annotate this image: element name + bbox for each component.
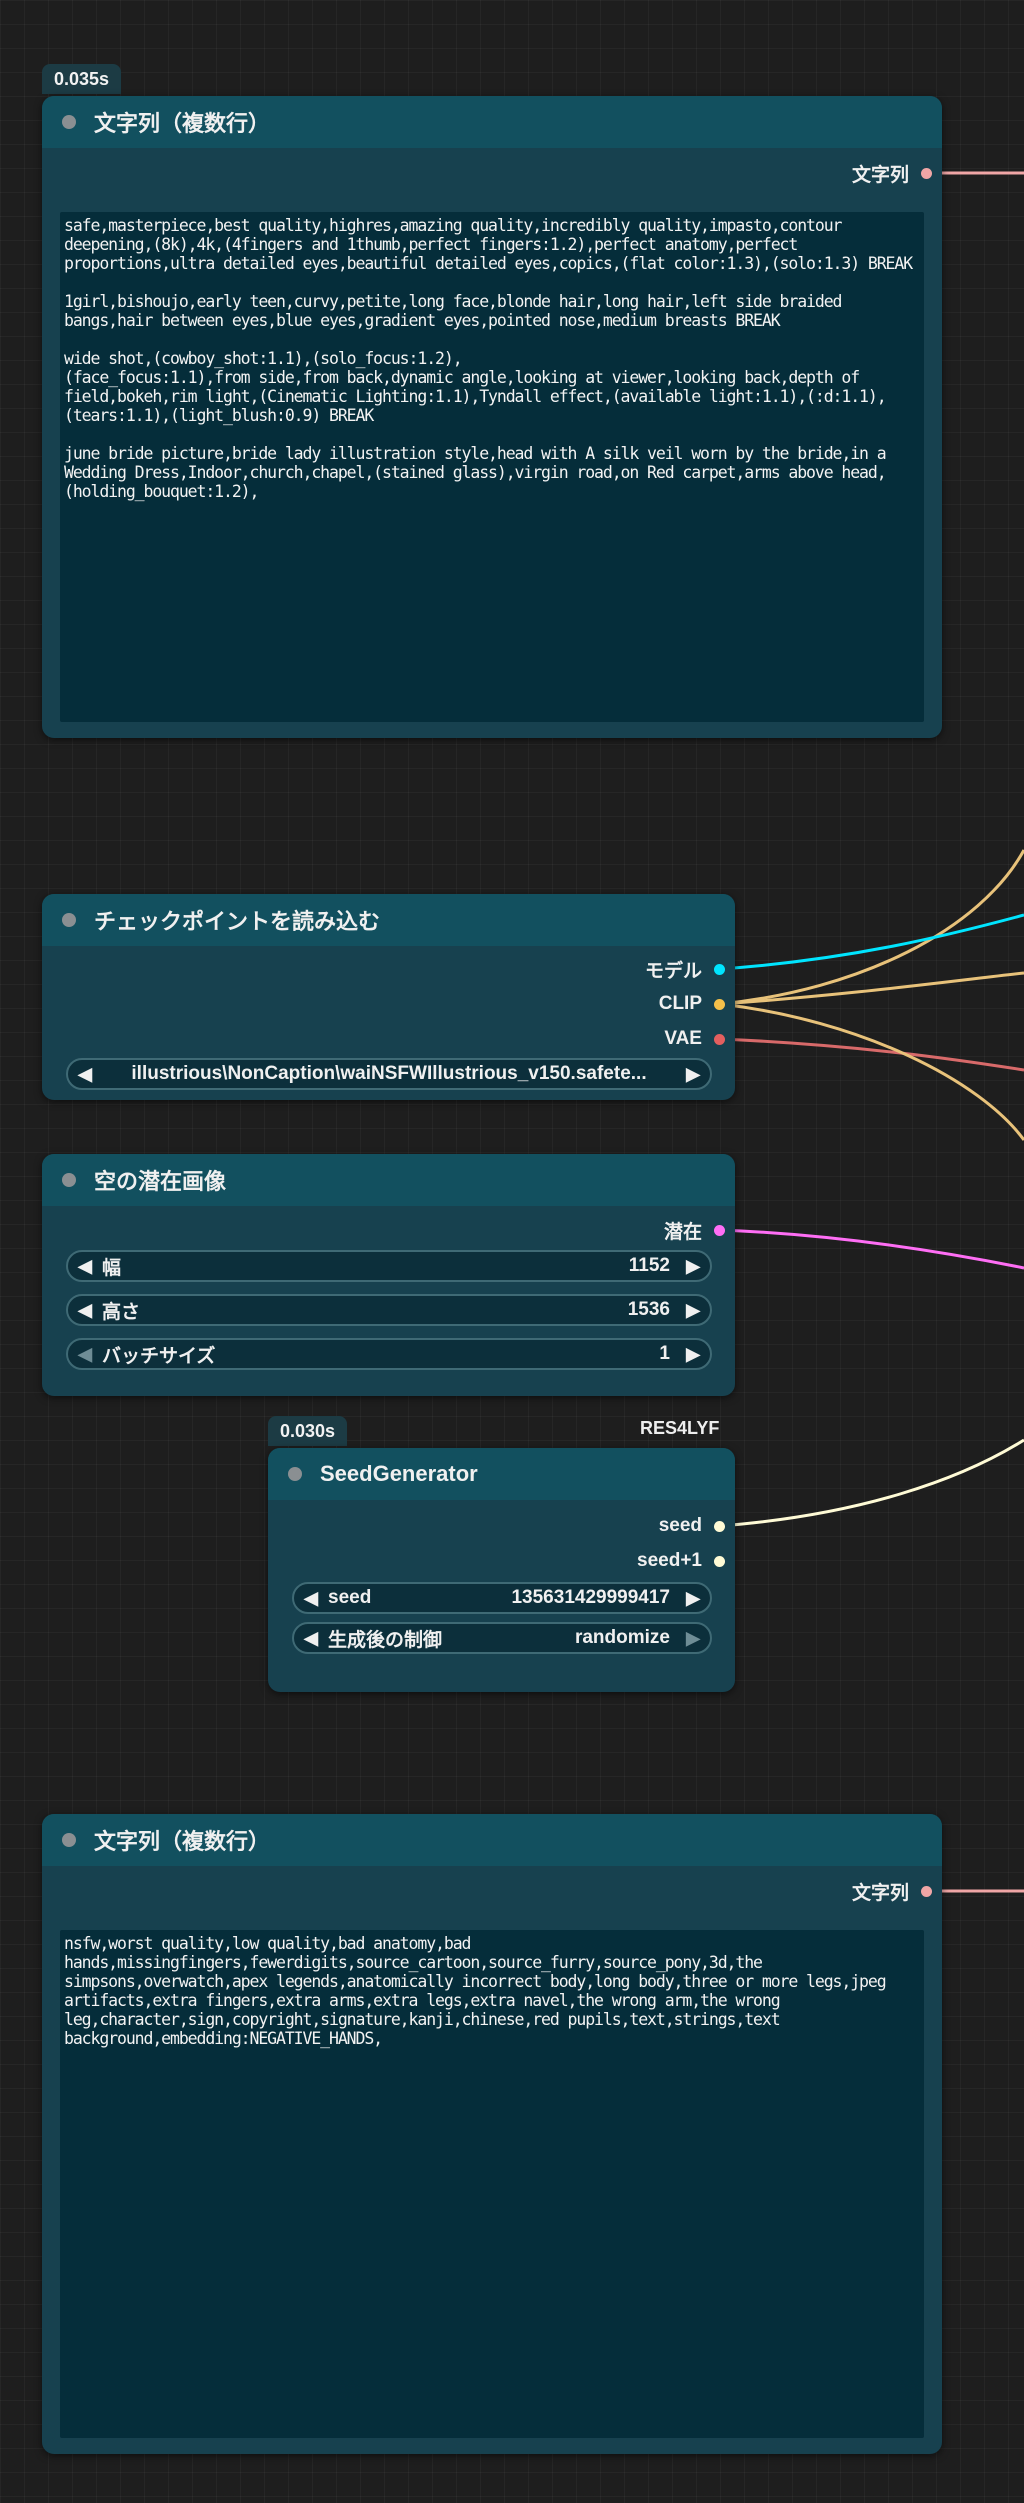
collapse-dot-icon[interactable] bbox=[288, 1467, 302, 1481]
empty-latent-node[interactable]: 空の潜在画像 潜在 ◀ 幅 1152 ▶ ◀ 高さ 1536 ▶ ◀ バッチサイ… bbox=[42, 1154, 735, 1396]
output-dot-icon[interactable] bbox=[714, 1555, 725, 1567]
output-slot-latent[interactable]: 潜在 bbox=[664, 1215, 735, 1245]
seed-generator-node[interactable]: SeedGenerator seed seed+1 ◀ seed 1356314… bbox=[268, 1448, 735, 1692]
clip-wire-right bbox=[719, 971, 1024, 1006]
decrement-icon[interactable]: ◀ bbox=[294, 1588, 328, 1609]
output-label: 潜在 bbox=[663, 1221, 702, 1243]
height-label: 高さ bbox=[102, 1301, 141, 1323]
output-label: VAE bbox=[664, 1028, 702, 1049]
output-slot-seed-plus-one[interactable]: seed+1 bbox=[637, 1546, 735, 1576]
positive-prompt-node[interactable]: 文字列（複数行） 文字列 safe,masterpiece,best quali… bbox=[42, 96, 942, 738]
control-value: randomize bbox=[574, 1627, 670, 1648]
height-value: 1536 bbox=[627, 1299, 670, 1320]
decrement-icon[interactable]: ◀ bbox=[68, 1344, 102, 1365]
node-source-badge: RES4LYF bbox=[640, 1418, 720, 1438]
width-stepper[interactable]: ◀ 幅 1152 ▶ bbox=[66, 1250, 712, 1282]
right-arrow-icon[interactable]: ▶ bbox=[676, 1064, 710, 1085]
node-title: 空の潜在画像 bbox=[94, 1169, 227, 1194]
negative-prompt-node[interactable]: 文字列（複数行） 文字列 nsfw,worst quality,low qual… bbox=[42, 1814, 942, 2454]
output-label: モデル bbox=[644, 960, 702, 982]
node-title: 文字列（複数行） bbox=[94, 111, 271, 136]
output-slot-clip[interactable]: CLIP bbox=[659, 989, 735, 1019]
checkpoint-loader-node[interactable]: チェックポイントを読み込む モデル CLIP VAE ◀ illustrious… bbox=[42, 894, 735, 1100]
increment-icon[interactable]: ▶ bbox=[676, 1588, 710, 1609]
node-header[interactable]: SeedGenerator bbox=[268, 1448, 735, 1500]
height-stepper[interactable]: ◀ 高さ 1536 ▶ bbox=[66, 1294, 712, 1326]
seed-value: 135631429999417 bbox=[511, 1587, 670, 1608]
decrement-icon[interactable]: ◀ bbox=[68, 1256, 102, 1277]
node-header[interactable]: 文字列（複数行） bbox=[42, 96, 942, 148]
output-label: seed bbox=[658, 1515, 702, 1536]
execution-time-badge: 0.030s bbox=[268, 1416, 348, 1446]
negative-prompt-textarea[interactable]: nsfw,worst quality,low quality,bad anato… bbox=[60, 1930, 924, 2438]
output-dot-icon[interactable] bbox=[714, 1224, 725, 1236]
node-title: チェックポイントを読み込む bbox=[94, 909, 381, 934]
output-dot-icon[interactable] bbox=[921, 1885, 932, 1897]
output-label: CLIP bbox=[658, 993, 702, 1014]
left-arrow-icon[interactable]: ◀ bbox=[68, 1064, 102, 1085]
clip-wire-down bbox=[719, 1002, 1024, 1141]
seed-wire bbox=[719, 1438, 1024, 1528]
output-slot-string[interactable]: 文字列 bbox=[852, 1876, 942, 1906]
node-title: 文字列（複数行） bbox=[94, 1829, 271, 1854]
increment-icon[interactable]: ▶ bbox=[676, 1300, 710, 1321]
output-dot-icon[interactable] bbox=[714, 963, 725, 975]
node-title: SeedGenerator bbox=[320, 1461, 478, 1486]
batch-size-value: 1 bbox=[659, 1343, 670, 1364]
output-label: 文字列 bbox=[851, 164, 909, 186]
output-slot-seed[interactable]: seed bbox=[659, 1511, 735, 1541]
seed-stepper[interactable]: ◀ seed 135631429999417 ▶ bbox=[292, 1582, 712, 1614]
batch-size-label: バッチサイズ bbox=[102, 1345, 216, 1367]
output-label: seed+1 bbox=[637, 1550, 702, 1571]
control-label: 生成後の制御 bbox=[328, 1629, 443, 1651]
ckpt-name-combo[interactable]: ◀ illustrious\NonCaption\waiNSFWIllustri… bbox=[66, 1058, 712, 1090]
decrement-icon[interactable]: ◀ bbox=[68, 1300, 102, 1321]
increment-icon[interactable]: ▶ bbox=[676, 1256, 710, 1277]
prompt-textarea[interactable]: safe,masterpiece,best quality,highres,am… bbox=[60, 212, 924, 722]
ckpt-name-value: illustrious\NonCaption\waiNSFWIllustriou… bbox=[131, 1063, 647, 1084]
execution-time-badge: 0.035s bbox=[42, 64, 122, 94]
output-slot-model[interactable]: モデル bbox=[645, 954, 735, 984]
output-dot-icon[interactable] bbox=[921, 167, 932, 179]
output-label: 文字列 bbox=[851, 1882, 909, 1904]
latent-wire bbox=[719, 1228, 1024, 1270]
batch-size-stepper[interactable]: ◀ バッチサイズ 1 ▶ bbox=[66, 1338, 712, 1370]
output-slot-string[interactable]: 文字列 bbox=[852, 158, 942, 188]
seed-label: seed bbox=[328, 1587, 372, 1608]
node-header[interactable]: チェックポイントを読み込む bbox=[42, 894, 735, 946]
collapse-dot-icon[interactable] bbox=[62, 1173, 76, 1187]
left-arrow-icon[interactable]: ◀ bbox=[294, 1628, 328, 1649]
width-value: 1152 bbox=[628, 1255, 670, 1276]
node-header[interactable]: 文字列（複数行） bbox=[42, 1814, 942, 1866]
node-header[interactable]: 空の潜在画像 bbox=[42, 1154, 735, 1206]
output-dot-icon[interactable] bbox=[714, 1033, 725, 1045]
collapse-dot-icon[interactable] bbox=[62, 115, 76, 129]
output-dot-icon[interactable] bbox=[714, 998, 725, 1010]
model-wire bbox=[719, 913, 1024, 971]
increment-icon[interactable]: ▶ bbox=[676, 1344, 710, 1365]
collapse-dot-icon[interactable] bbox=[62, 1833, 76, 1847]
output-slot-vae[interactable]: VAE bbox=[664, 1024, 735, 1054]
control-after-generate-combo[interactable]: ◀ 生成後の制御 randomize ▶ bbox=[292, 1622, 712, 1654]
collapse-dot-icon[interactable] bbox=[62, 913, 76, 927]
width-label: 幅 bbox=[102, 1257, 122, 1279]
vae-wire bbox=[719, 1037, 1024, 1072]
right-arrow-icon[interactable]: ▶ bbox=[676, 1628, 710, 1649]
output-dot-icon[interactable] bbox=[714, 1520, 725, 1532]
